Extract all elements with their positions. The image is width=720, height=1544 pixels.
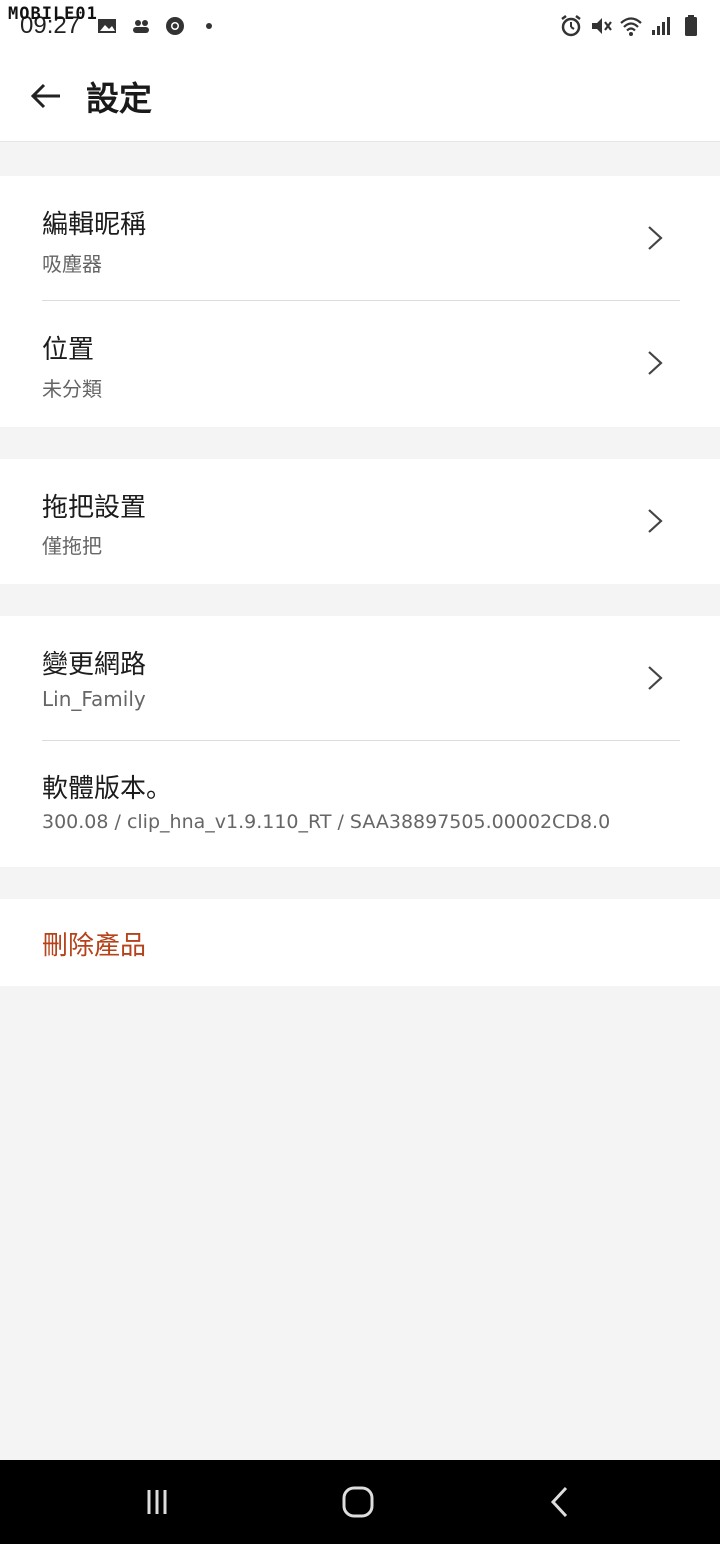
recents-icon <box>147 1490 167 1514</box>
network-title: 變更網路 <box>42 650 147 680</box>
chevron-right-icon <box>648 666 663 690</box>
chevron-right-icon <box>648 351 663 375</box>
settings-group-device: 變更網路 Lin_Family 軟體版本。 300.08 / clip_hna_… <box>0 616 720 867</box>
delete-product-row[interactable]: 刪除產品 <box>0 899 720 986</box>
page-title: 設定 <box>86 79 152 118</box>
firmware-row: 軟體版本。 300.08 / clip_hna_v1.9.110_RT / SA… <box>0 740 720 867</box>
nickname-row[interactable]: 編輯昵稱 吸塵器 <box>0 176 720 300</box>
settings-group-mop: 拖把設置 僅拖把 <box>0 459 720 584</box>
back-nav-button[interactable] <box>538 1482 582 1522</box>
delete-product-button[interactable]: 刪除產品 <box>42 925 146 962</box>
chrome-icon <box>166 17 184 35</box>
settings-group-basic: 編輯昵稱 吸塵器 位置 未分類 <box>0 176 720 427</box>
wifi-icon <box>620 17 642 36</box>
settings-group-delete: 刪除產品 <box>0 899 720 986</box>
system-nav-bar <box>0 1460 720 1544</box>
recents-button[interactable] <box>135 1482 179 1522</box>
battery-icon <box>685 15 697 36</box>
location-row[interactable]: 位置 未分類 <box>0 300 720 427</box>
nickname-value: 吸塵器 <box>42 252 102 276</box>
location-value: 未分類 <box>42 377 102 401</box>
image-icon <box>98 19 116 33</box>
firmware-value: 300.08 / clip_hna_v1.9.110_RT / SAA38897… <box>42 811 611 833</box>
mop-title: 拖把設置 <box>42 493 147 523</box>
app-bar: 設定 <box>0 52 720 142</box>
mop-value: 僅拖把 <box>42 534 102 558</box>
firmware-title: 軟體版本。 <box>42 774 173 804</box>
location-title: 位置 <box>42 335 95 365</box>
watermark-logo: MOBILE01 <box>8 4 98 24</box>
alarm-icon <box>561 15 581 37</box>
chevron-right-icon <box>648 509 663 533</box>
back-nav-icon <box>550 1486 568 1518</box>
back-button[interactable] <box>26 76 66 116</box>
home-button[interactable] <box>336 1482 380 1522</box>
home-icon <box>342 1486 374 1518</box>
arrow-left-icon <box>30 83 60 109</box>
mute-icon <box>592 18 612 34</box>
people-icon <box>133 20 149 33</box>
mop-settings-row[interactable]: 拖把設置 僅拖把 <box>0 459 720 584</box>
network-row[interactable]: 變更網路 Lin_Family <box>0 616 720 740</box>
nickname-title: 編輯昵稱 <box>42 210 147 240</box>
dot-icon <box>206 23 212 29</box>
signal-icon <box>652 17 670 35</box>
status-bar: 09:27 MOBILE01 <box>0 0 720 52</box>
network-value: Lin_Family <box>42 687 146 711</box>
chevron-right-icon <box>648 226 663 250</box>
